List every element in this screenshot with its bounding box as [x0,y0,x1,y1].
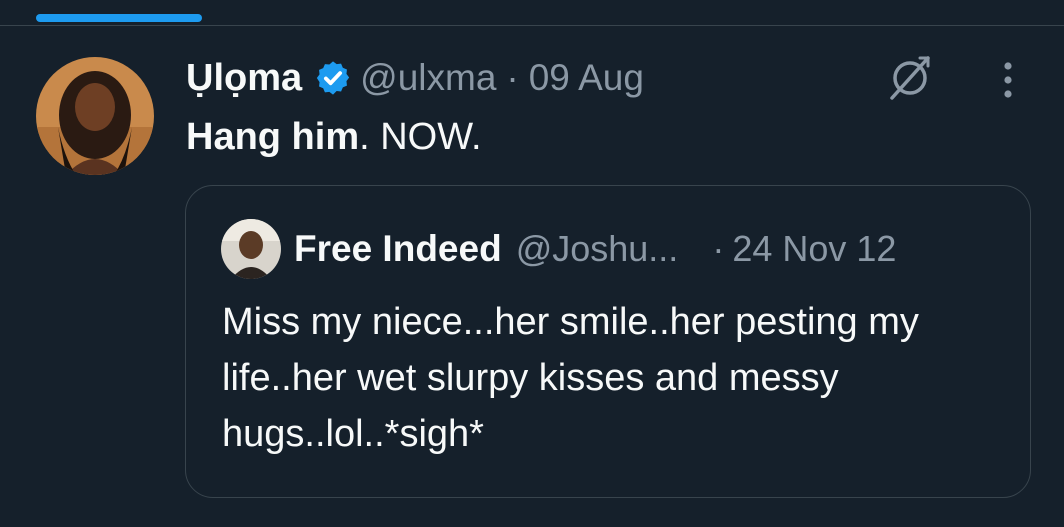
quote-date[interactable]: 24 Nov 12 [732,228,896,270]
active-tab-indicator [36,14,202,22]
avatar[interactable] [36,57,154,175]
tweet-date[interactable]: 09 Aug [529,57,644,99]
quote-text: Miss my niece...her smile..her pesting m… [222,301,919,455]
quote-author-handle[interactable]: @Joshu... [516,228,679,270]
author-name[interactable]: Ụlọma [186,57,302,100]
quoted-tweet[interactable]: Free Indeed @Joshu... · 24 Nov 12 Miss m… [185,185,1031,498]
meta-separator: · [506,57,519,98]
quote-meta-separator: · [712,228,725,269]
quote-avatar[interactable] [221,219,281,279]
tweet-text-bold: Hang him [186,116,360,158]
tweet-text-rest: . NOW. [359,116,482,158]
top-divider [0,25,1064,26]
quote-author-name[interactable]: Free Indeed [294,228,502,270]
quote-header: Free Indeed @Joshu... · 24 Nov 12 [294,224,896,274]
grok-icon[interactable] [884,52,936,104]
more-vertical-icon[interactable] [996,58,1020,102]
tweet-header: Ụlọma @ulxma · 09 Aug [186,54,644,102]
author-handle[interactable]: @ulxma [360,57,496,99]
verified-badge-icon [316,61,350,95]
tweet-text: Hang him. NOW. [186,116,482,159]
